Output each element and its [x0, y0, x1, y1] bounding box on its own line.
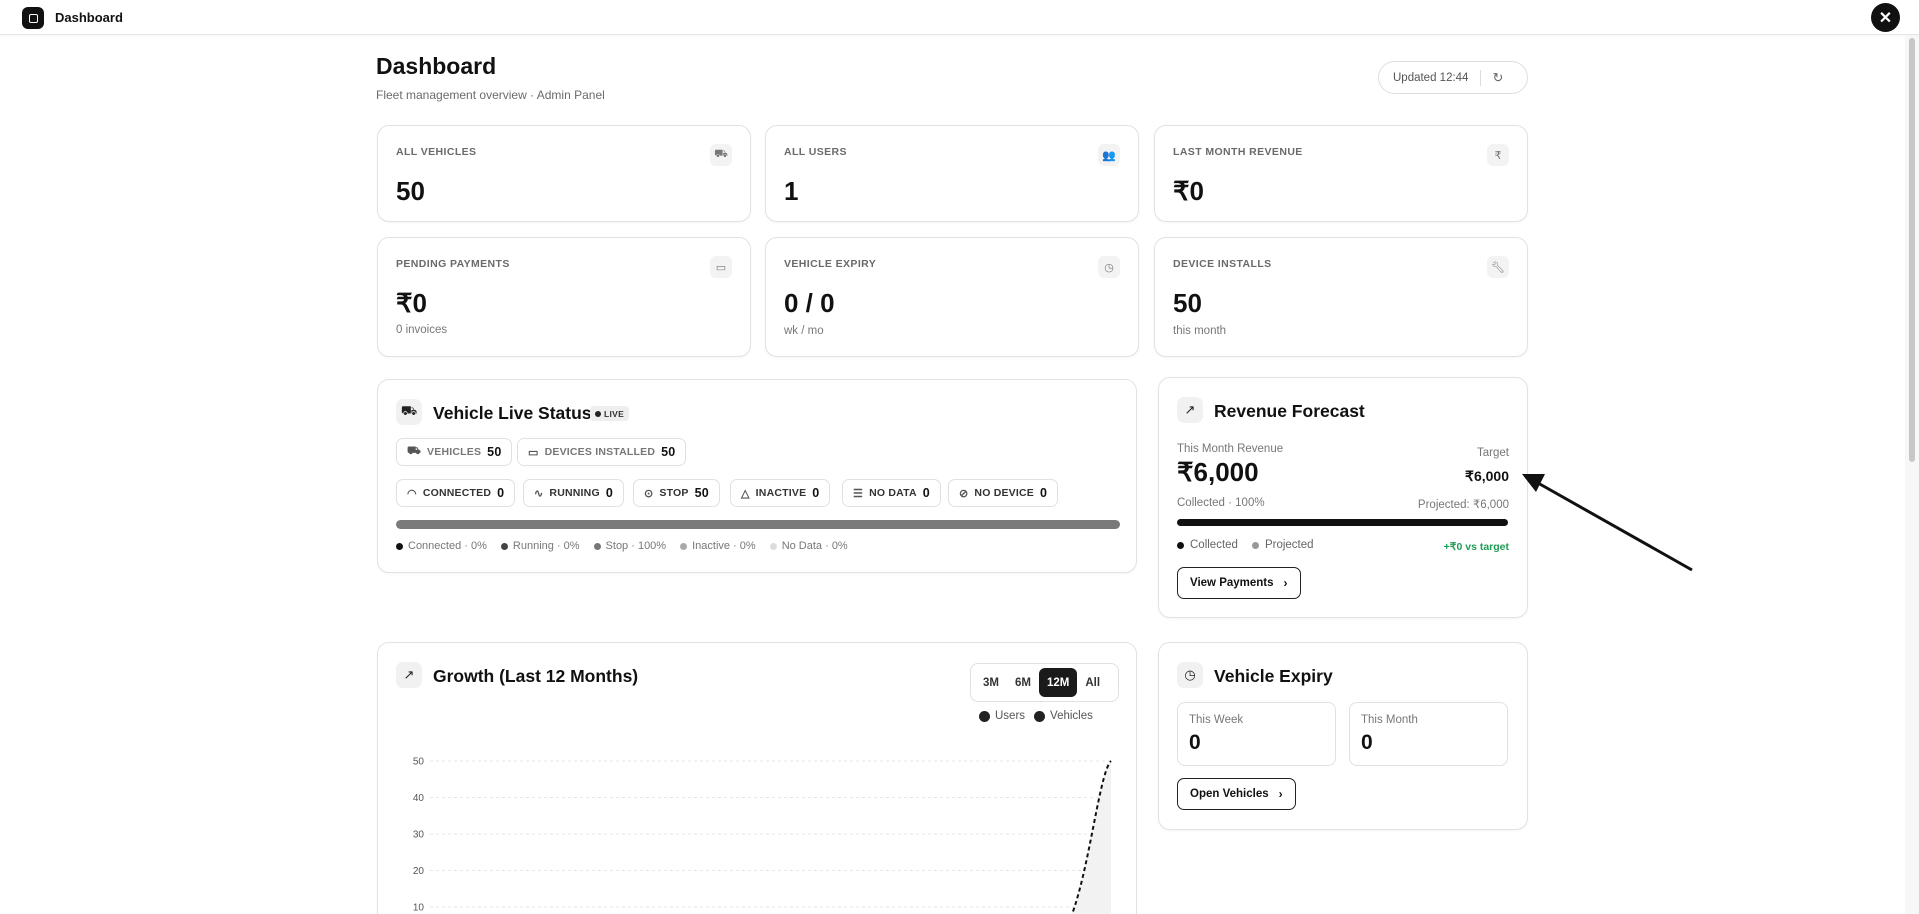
annotation-arrow — [1522, 474, 1693, 572]
arrow-head — [1522, 474, 1545, 492]
arrow-shaft — [1537, 481, 1693, 572]
